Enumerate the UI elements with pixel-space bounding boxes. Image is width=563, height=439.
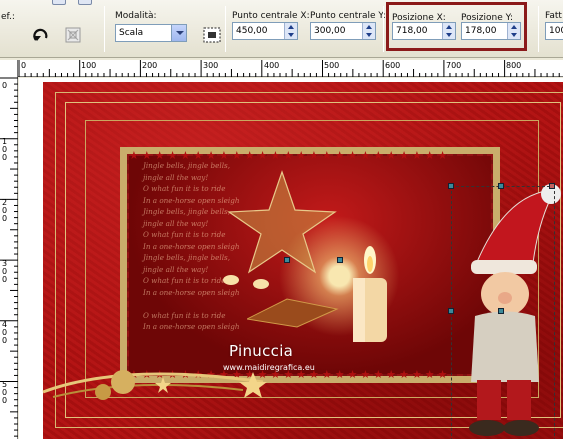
ruler-h-label: 500 (324, 61, 340, 70)
lyric-line: Jingle bells, jingle bells, (143, 207, 230, 216)
center-y-input[interactable]: 300,00 (310, 22, 376, 40)
center-x-value: 450,00 (236, 26, 268, 36)
lyric-line: jingle all the way! (143, 218, 209, 228)
ruler-h-label: 800 (506, 61, 522, 70)
center-y-spinner[interactable] (362, 23, 375, 39)
ruler-h-label: 100 (81, 61, 97, 70)
toolbar-separator (104, 6, 105, 52)
toolbar-separator (225, 6, 226, 52)
scale-factor-value: 100 (549, 26, 563, 36)
lyric-line (143, 298, 273, 310)
scale-factor-label: Fatt (545, 11, 562, 21)
mode-label: Modalità: (115, 11, 157, 21)
rotate-icon[interactable] (30, 26, 52, 48)
preset-label: ef.: (1, 12, 15, 22)
candle-image (353, 246, 387, 342)
ruler-v-label: 100 (2, 137, 8, 162)
center-point-icon[interactable] (201, 24, 223, 46)
lyric-line: jingle all the way! (143, 264, 209, 274)
pivot-handle[interactable] (284, 257, 290, 263)
toolbar-strip-icon[interactable] (78, 0, 92, 5)
center-y-label: Punto centrale Y: (310, 11, 386, 21)
center-x-spinner[interactable] (284, 23, 297, 39)
toolbar-separator (538, 6, 539, 52)
ruler-h-label: 300 (203, 61, 219, 70)
ruler-v-label: 200 (2, 198, 8, 223)
lyric-line: Jingle bells, jingle bells, (143, 253, 230, 262)
song-lyrics: Jingle bells, jingle bells, jingle all t… (143, 160, 273, 333)
resize-handle[interactable] (448, 183, 454, 189)
image-canvas[interactable]: ★★★★★★★★★★★★★★★★★★★★★★★★★ ★★★★★★★★★★★★★★… (19, 78, 563, 439)
gold-branch-ornament (42, 370, 267, 400)
ruler-v-label: 300 (2, 259, 8, 284)
resize-handle[interactable] (498, 183, 504, 189)
app-window: ef.: Modalità: Scala Punto centrale X: 4… (0, 0, 563, 439)
ruler-v-label: 0 (2, 81, 8, 90)
ruler-h-label: 600 (385, 61, 401, 70)
toolbar-strip-icon[interactable] (52, 0, 66, 5)
center-x-label: Punto centrale X: (232, 11, 310, 21)
lyric-line: In a one-horse open sleigh (143, 195, 240, 205)
resize-handle[interactable] (448, 308, 454, 314)
ruler-h-label: 200 (142, 61, 158, 70)
mode-select[interactable]: Scala (115, 24, 187, 42)
tool-options-toolbar: ef.: Modalità: Scala Punto centrale X: 4… (0, 0, 563, 58)
top-toolbar-strip (22, 0, 122, 6)
lyric-line: Jingle bells, jingle bells, (143, 161, 230, 170)
center-handle[interactable] (498, 308, 504, 314)
vertical-ruler[interactable]: 0 100 200 300 400 500 (0, 60, 18, 439)
ruler-h-label: 0 (21, 61, 27, 70)
ruler-v-label: 400 (2, 320, 8, 345)
lyric-line: O what fun it is to ride (143, 230, 226, 239)
reset-icon[interactable] (62, 24, 84, 46)
pivot-handle[interactable] (337, 257, 343, 263)
horizontal-ruler[interactable]: 0 100 200 300 400 500 600 700 800 (18, 60, 563, 77)
ruler-h-label: 400 (264, 61, 280, 70)
lyric-line: jingle all the way! (143, 172, 209, 182)
lyric-line: In a one-horse open sleigh (143, 241, 240, 251)
toolbar-separator (383, 6, 384, 52)
rotate-handle[interactable] (549, 183, 555, 189)
lyric-line: In a one-horse open sleigh (143, 287, 240, 297)
position-highlight-box (386, 2, 527, 51)
horizontal-ruler-ticks (18, 60, 560, 77)
lyric-line: In a one-horse open sleigh (143, 322, 240, 331)
candle-photo: ★★★★★★★★★★★★★★★★★★★★★★★★★ ★★★★★★★★★★★★★★… (120, 147, 500, 383)
ruler-h-label: 700 (446, 61, 462, 70)
center-y-value: 300,00 (314, 26, 346, 36)
lyric-line: O what fun it is to ride (143, 310, 226, 320)
ruler-v-label: 500 (2, 380, 8, 405)
lyric-line: O what fun it is to ride (143, 184, 226, 193)
lyric-line: O what fun it is to ride (143, 276, 226, 285)
center-x-input[interactable]: 450,00 (232, 22, 298, 40)
scale-factor-input[interactable]: 100 (545, 22, 563, 40)
mode-select-value: Scala (119, 28, 144, 38)
chevron-down-icon[interactable] (171, 25, 186, 41)
